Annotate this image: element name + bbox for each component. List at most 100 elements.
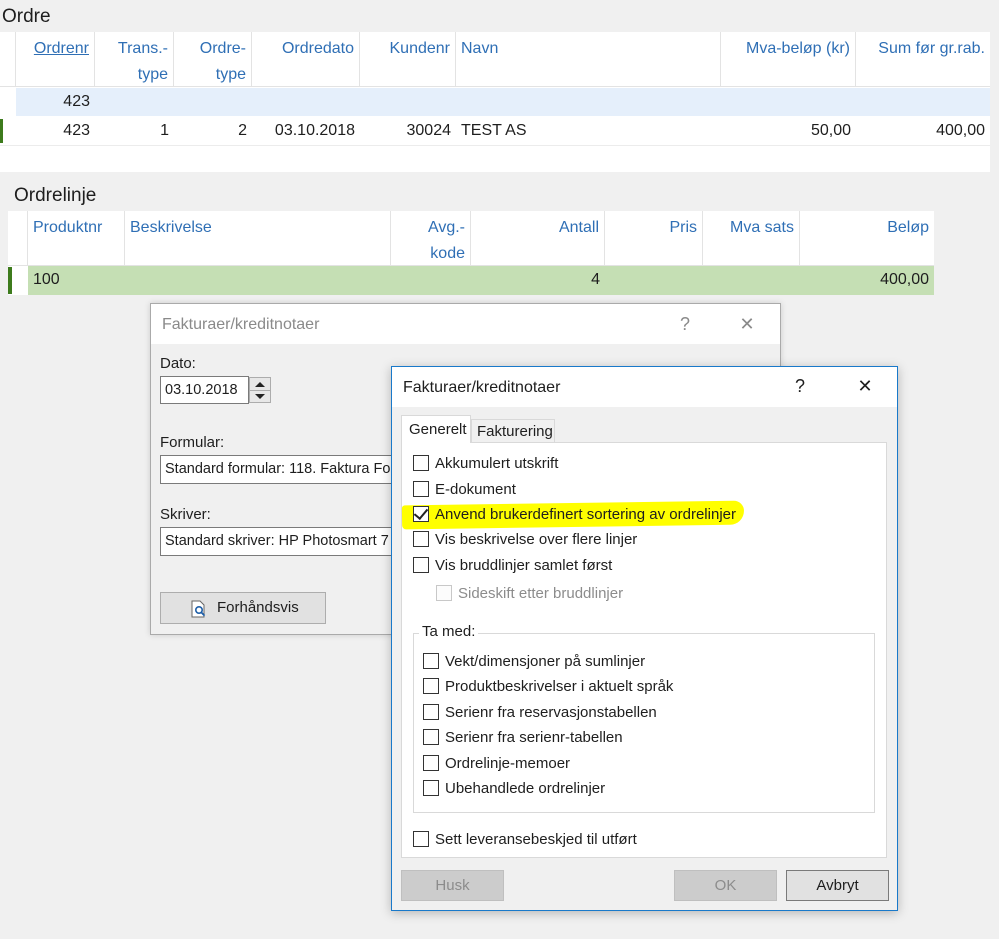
cell-avgkode[interactable]	[391, 266, 471, 294]
col-header-antall[interactable]: Antall	[471, 211, 605, 265]
checkbox-label: Sideskift etter bruddlinjer	[458, 585, 624, 602]
col-header-belop[interactable]: Beløp	[800, 211, 934, 265]
dato-label: Dato:	[160, 355, 196, 372]
cell-navn[interactable]: TEST AS	[456, 117, 721, 145]
col-header-kundenr[interactable]: Kundenr	[360, 32, 456, 86]
col-header-trans-type[interactable]: Trans.- type	[95, 32, 174, 86]
filter-row[interactable]: 423	[16, 88, 990, 116]
husk-button[interactable]: Husk	[401, 870, 504, 901]
checkbox-box	[436, 585, 452, 601]
row-marker	[0, 119, 3, 143]
row-marker	[8, 267, 12, 294]
ta-med-label: Ta med:	[419, 623, 479, 640]
checkbox-label: Produktbeskrivelser i aktuelt språk	[445, 678, 674, 695]
checkbox-box[interactable]	[413, 557, 429, 573]
checkmark-icon	[413, 504, 429, 521]
ordre-grid[interactable]: Ordrenr Trans.- type Ordre-type Ordredato…	[0, 32, 990, 172]
checkbox-label: Sett leveransebeskjed til utført	[435, 831, 637, 848]
ordrelinje-title: Ordrelinje	[14, 185, 97, 206]
dialog-title: Fakturaer/kreditnotaer	[162, 316, 320, 333]
skriver-label: Skriver:	[160, 506, 211, 523]
checkbox-label: E-dokument	[435, 481, 516, 498]
cell-antall[interactable]: 4	[471, 266, 605, 294]
cell-belop[interactable]: 400,00	[800, 266, 934, 294]
col-header-ordre-type[interactable]: Ordre-type	[174, 32, 252, 86]
checkbox-label: Anvend brukerdefinert sortering av ordre…	[435, 506, 736, 523]
checkbox-box[interactable]	[423, 729, 439, 745]
ordre-title: Ordre	[2, 6, 51, 27]
ok-button[interactable]: OK	[674, 870, 777, 901]
cell-mvasats[interactable]	[703, 266, 800, 294]
avbryt-button[interactable]: Avbryt	[786, 870, 889, 901]
dialog-title: Fakturaer/kreditnotaer	[403, 379, 561, 396]
cell-pris[interactable]	[605, 266, 703, 294]
checkbox-box[interactable]	[423, 653, 439, 669]
col-header-navn[interactable]: Navn	[456, 32, 721, 86]
col-header-ordredato[interactable]: Ordredato	[252, 32, 360, 86]
checkbox-label: Ubehandlede ordrelinjer	[445, 780, 606, 797]
checkbox-box[interactable]	[423, 704, 439, 720]
table-row[interactable]: 423 1 2 03.10.2018 30024 TEST AS 50,00 4…	[0, 117, 990, 145]
checkbox-label: Ordrelinje-memoer	[445, 755, 571, 772]
skriver-select[interactable]: Standard skriver: HP Photosmart 7	[160, 527, 400, 556]
checkbox-label: Vekt/dimensjoner på sumlinjer	[445, 653, 646, 670]
ordrelinje-grid[interactable]: Produktnr Beskrivelse Avg.- kode Antall P…	[8, 211, 934, 295]
preview-icon	[191, 600, 206, 618]
cell-beskrivelse[interactable]	[125, 266, 391, 294]
dato-field[interactable]: 03.10.2018	[160, 376, 249, 404]
help-button[interactable]: ?	[671, 311, 699, 337]
preview-label: Forhåndsvis	[217, 599, 299, 616]
close-icon[interactable]: ✕	[851, 373, 879, 399]
cell-produktnr[interactable]: 100	[28, 266, 125, 294]
checkbox-box[interactable]	[413, 504, 429, 522]
checkbox-box[interactable]	[423, 755, 439, 771]
filter-ordrenr[interactable]: 423	[16, 88, 95, 116]
title-bar[interactable]: Fakturaer/kreditnotaer ? ✕	[392, 367, 897, 407]
checkbox-label: Serienr fra reservasjonstabellen	[445, 704, 657, 721]
table-row[interactable]: 100 4 400,00	[28, 266, 934, 295]
checkbox-box[interactable]	[413, 531, 429, 547]
tab-label: Generelt	[409, 421, 467, 438]
row-divider	[0, 145, 990, 146]
checkbox-box[interactable]	[413, 831, 429, 847]
col-header-ordrenr[interactable]: Ordrenr	[16, 32, 95, 86]
tab-fakturering[interactable]: Fakturering	[471, 419, 555, 443]
checkbox-box[interactable]	[423, 780, 439, 796]
date-spinner[interactable]	[249, 377, 271, 403]
checkbox-label: Serienr fra serienr-tabellen	[445, 729, 623, 746]
cell-trans-type[interactable]: 1	[95, 117, 174, 145]
spin-down-icon[interactable]	[255, 394, 265, 399]
checkbox-box[interactable]	[423, 678, 439, 694]
col-header-sum[interactable]: Sum før gr.rab.	[856, 32, 990, 86]
tab-panel-generelt: Akkumulert utskrift E-dokument Anvend br…	[401, 442, 887, 858]
col-header-produktnr[interactable]: Produktnr	[28, 211, 125, 265]
cell-mva[interactable]: 50,00	[721, 117, 856, 145]
row-selector-header	[8, 211, 28, 265]
col-header-beskrivelse[interactable]: Beskrivelse	[125, 211, 391, 265]
col-header-mvasats[interactable]: Mva sats	[703, 211, 800, 265]
col-header-pris[interactable]: Pris	[605, 211, 703, 265]
cell-kundenr[interactable]: 30024	[360, 117, 456, 145]
checkbox-box[interactable]	[413, 455, 429, 471]
cell-ordre-type[interactable]: 2	[174, 117, 252, 145]
invoice-options-dialog[interactable]: Fakturaer/kreditnotaer ? ✕ Generelt Fakt…	[391, 366, 898, 911]
cell-sum[interactable]: 400,00	[856, 117, 990, 145]
tab-generelt[interactable]: Generelt	[401, 415, 471, 443]
checkbox-label: Akkumulert utskrift	[435, 455, 559, 472]
row-selector-header	[0, 32, 16, 86]
cell-ordredato[interactable]: 03.10.2018	[252, 117, 360, 145]
spin-up-icon[interactable]	[255, 382, 265, 387]
formular-label: Formular:	[160, 434, 225, 451]
checkbox-box[interactable]	[413, 481, 429, 497]
formular-select[interactable]: Standard formular: 118. Faktura Fo	[160, 455, 400, 484]
close-icon[interactable]: ✕	[733, 311, 761, 337]
col-header-mva-belop[interactable]: Mva-beløp (kr)	[721, 32, 856, 86]
title-bar[interactable]: Fakturaer/kreditnotaer ? ✕	[151, 304, 780, 344]
col-header-avgkode[interactable]: Avg.- kode	[391, 211, 471, 265]
checkbox-label: Vis bruddlinjer samlet først	[435, 557, 613, 574]
cell-ordrenr[interactable]: 423	[16, 117, 95, 145]
preview-button[interactable]: Forhåndsvis	[160, 592, 326, 624]
tab-label: Fakturering	[477, 423, 553, 440]
ordre-header: Ordrenr Trans.- type Ordre-type Ordredato…	[0, 32, 990, 87]
help-button[interactable]: ?	[786, 373, 814, 399]
